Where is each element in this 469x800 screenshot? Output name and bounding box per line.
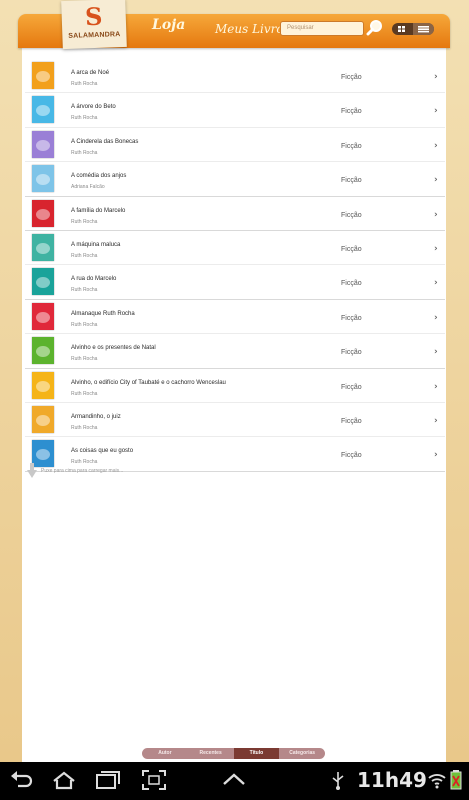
- book-author: Ruth Rocha: [71, 321, 98, 328]
- book-author: Ruth Rocha: [71, 356, 98, 363]
- book-row[interactable]: A rua do Marcelo Ruth Rocha Ficção ›: [25, 265, 445, 300]
- screenshot-icon[interactable]: [140, 768, 168, 792]
- pull-to-load: Puxe para cima para carregar mais...: [25, 463, 225, 479]
- chevron-right-icon[interactable]: ›: [434, 210, 438, 220]
- book-title: A árvore do Beto: [71, 104, 116, 111]
- book-row[interactable]: Armandinho, o juiz Ruth Rocha Ficção ›: [25, 403, 445, 438]
- book-list: A arca de Noé Ruth Rocha Ficção › A árvore d…: [25, 59, 445, 472]
- book-cover[interactable]: [32, 62, 54, 89]
- book-title: A Cinderela das Bonecas: [71, 138, 139, 145]
- book-row[interactable]: A arca de Noé Ruth Rocha Ficção ›: [25, 59, 445, 94]
- book-category: Ficção: [341, 74, 362, 81]
- book-row[interactable]: A comédia dos anjos Adriana Falcão Ficção ›: [25, 162, 445, 197]
- book-title: Alvinho, o edifício City of Taubaté e o …: [71, 379, 226, 386]
- book-author: Ruth Rocha: [71, 424, 98, 431]
- book-category: Ficção: [341, 108, 362, 116]
- book-row[interactable]: A árvore do Beto Ruth Rocha Ficção ›: [25, 93, 445, 128]
- tab-autor[interactable]: Autor: [142, 748, 188, 759]
- book-cover[interactable]: [32, 337, 54, 365]
- book-cover[interactable]: [32, 96, 54, 124]
- book-row[interactable]: A máquina maluca Ruth Rocha Ficção ›: [25, 231, 445, 266]
- book-row[interactable]: Alvinho, o edifício City of Taubaté e o …: [25, 369, 445, 403]
- book-author: Ruth Rocha: [71, 218, 98, 225]
- chevron-right-icon[interactable]: ›: [434, 450, 438, 460]
- grid-view-icon[interactable]: [392, 23, 412, 35]
- chevron-right-icon[interactable]: ›: [434, 175, 438, 185]
- battery-icon: [450, 770, 462, 790]
- book-cover[interactable]: [32, 165, 54, 193]
- book-row[interactable]: Almanaque Ruth Rocha Ruth Rocha Ficção ›: [25, 300, 445, 335]
- logo-text: SALAMANDRA: [68, 31, 121, 40]
- book-author: Ruth Rocha: [71, 287, 98, 294]
- book-author: Ruth Rocha: [71, 390, 98, 397]
- wifi-icon: [428, 774, 446, 789]
- chevron-right-icon[interactable]: ›: [434, 141, 438, 151]
- back-icon[interactable]: [8, 768, 36, 792]
- search-input[interactable]: Pesquisar: [280, 21, 364, 36]
- view-toggle[interactable]: [392, 23, 434, 35]
- usb-icon: [332, 772, 344, 790]
- book-title: As coisas que eu gosto: [71, 448, 134, 455]
- book-title: A arca de Noé: [71, 70, 110, 76]
- book-category: Ficção: [341, 211, 362, 219]
- book-author: Ruth Rocha: [71, 81, 98, 87]
- book-title: A rua do Marcelo: [71, 276, 117, 283]
- book-title: A comédia dos anjos: [71, 173, 127, 180]
- chevron-right-icon[interactable]: ›: [434, 416, 438, 426]
- recent-apps-icon[interactable]: [94, 768, 122, 792]
- book-author: Ruth Rocha: [71, 149, 98, 156]
- book-category: Ficção: [341, 349, 362, 357]
- salamandra-logo[interactable]: S SALAMANDRA: [61, 0, 127, 50]
- book-category: Ficção: [341, 142, 362, 150]
- search-icon[interactable]: [366, 19, 384, 37]
- book-title: Almanaque Ruth Rocha: [71, 310, 135, 317]
- book-category: Ficção: [341, 177, 362, 185]
- home-icon[interactable]: [50, 768, 78, 792]
- salamander-icon: S: [84, 1, 103, 32]
- book-category: Ficção: [341, 383, 362, 391]
- book-category: Ficção: [341, 452, 362, 460]
- book-cover[interactable]: [32, 371, 54, 399]
- sort-tabs: Autor Recentes Título Categorias: [142, 748, 325, 759]
- nav-loja[interactable]: Loja: [152, 17, 185, 33]
- pull-to-load-text: Puxe para cima para carregar mais...: [41, 468, 124, 474]
- chevron-right-icon[interactable]: ›: [434, 313, 438, 323]
- book-cover[interactable]: [32, 405, 54, 433]
- book-title: A máquina maluca: [71, 241, 121, 248]
- chevron-right-icon[interactable]: ›: [434, 244, 438, 254]
- book-author: Ruth Rocha: [71, 252, 98, 259]
- book-category: Ficção: [341, 314, 362, 322]
- book-category: Ficção: [341, 280, 362, 288]
- arrow-down-icon: [27, 463, 37, 478]
- book-title: A família do Marcelo: [71, 207, 126, 214]
- book-cover[interactable]: [32, 233, 54, 261]
- list-view-icon[interactable]: [413, 23, 434, 35]
- nav-meus-livros[interactable]: Meus Livros: [215, 22, 290, 36]
- book-row[interactable]: Alvinho e os presentes de Natal Ruth Roch…: [25, 334, 445, 369]
- system-bar: 11h49: [0, 762, 469, 800]
- book-author: Ruth Rocha: [71, 115, 98, 122]
- chevron-right-icon[interactable]: ›: [434, 382, 438, 392]
- book-category: Ficção: [341, 417, 362, 425]
- chevron-up-icon[interactable]: [220, 768, 248, 792]
- book-cover[interactable]: [32, 302, 54, 330]
- tab-título[interactable]: Título: [233, 748, 280, 759]
- book-row[interactable]: A família do Marcelo Ruth Rocha Ficção ›: [25, 197, 445, 231]
- book-cover[interactable]: [32, 130, 54, 158]
- chevron-right-icon[interactable]: ›: [434, 106, 438, 116]
- tab-recentes[interactable]: Recentes: [188, 748, 234, 759]
- book-author: Adriana Falcão: [71, 184, 105, 191]
- book-row[interactable]: A Cinderela das Bonecas Ruth Rocha Ficção ›: [25, 128, 445, 163]
- book-category: Ficção: [341, 245, 362, 253]
- book-title: Armandinho, o juiz: [71, 413, 121, 420]
- book-cover[interactable]: [32, 268, 54, 296]
- book-cover[interactable]: [32, 199, 54, 227]
- chevron-right-icon[interactable]: ›: [434, 72, 438, 82]
- book-title: Alvinho e os presentes de Natal: [71, 345, 156, 352]
- clock: 11h49: [357, 768, 427, 792]
- tab-categorias[interactable]: Categorias: [279, 748, 325, 759]
- chevron-right-icon[interactable]: ›: [434, 347, 438, 357]
- chevron-right-icon[interactable]: ›: [434, 278, 438, 288]
